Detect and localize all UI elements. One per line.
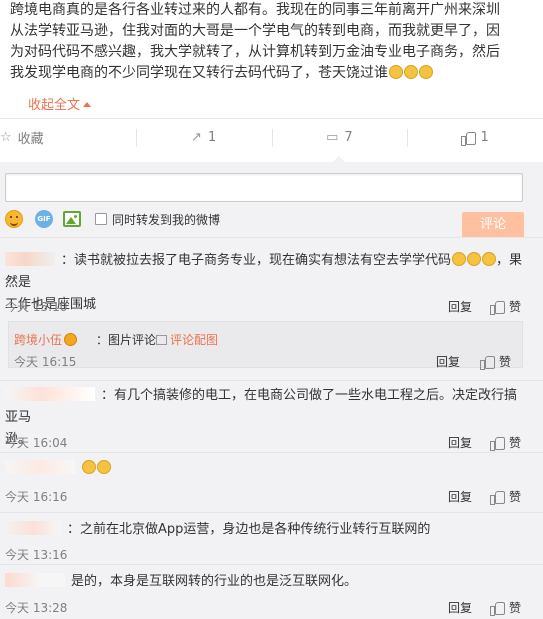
- sub-reply-author[interactable]: 跨境小伍: [14, 331, 78, 348]
- emoji-icon: [482, 252, 497, 266]
- view-image-link[interactable]: 评论配图: [156, 331, 218, 348]
- like-count: 1: [480, 130, 489, 145]
- like-label: 赞: [499, 355, 512, 369]
- sub-reply-like-button[interactable]: 赞: [480, 353, 511, 370]
- comment-5-time: 今天 13:28: [5, 601, 68, 615]
- favorite-label: 收藏: [17, 132, 44, 147]
- divider: [0, 380, 543, 381]
- avatar-name-blurred[interactable]: [5, 573, 65, 587]
- comment-2-text: ：有几个搞装修的电工，在电商公司做了一些水电工程之后。决定改行搞亚马 逊。: [5, 385, 525, 451]
- like-label: 赞: [509, 436, 522, 450]
- comment-button[interactable]: ▭ 7: [271, 119, 408, 162]
- comment-3-like-button[interactable]: 赞: [490, 488, 521, 505]
- comment-1-line-1: ：读书就被拉去报了电子商务专业，现在确实有想法有空去学学代码: [61, 253, 452, 268]
- comment-input[interactable]: [5, 173, 523, 202]
- sub-reply-author-name: 跨境小伍: [14, 333, 63, 347]
- avatar-name-blurred[interactable]: [5, 252, 55, 266]
- collapse-label: 收起全文: [28, 98, 81, 113]
- comment-3-text: [5, 458, 111, 480]
- submit-comment-button[interactable]: 评论: [462, 212, 524, 238]
- emoji-icon: [389, 65, 403, 79]
- caret-up-icon: [83, 102, 92, 107]
- favorite-button[interactable]: ☆ 收藏: [0, 119, 136, 156]
- comment-5-reply-button[interactable]: 回复: [448, 599, 472, 616]
- emoji-icon: [467, 252, 482, 266]
- like-icon: [490, 490, 505, 505]
- comment-4-line-1: ：之前在北京做App运营，身边也是各种传统行业转行互联网的: [67, 522, 431, 537]
- comment-1-reply-button[interactable]: 回复: [448, 298, 472, 315]
- share-count: 1: [207, 130, 217, 145]
- comment-1-like-button[interactable]: 赞: [490, 298, 521, 315]
- comment-2-reply-button[interactable]: 回复: [448, 434, 472, 451]
- view-image-label: 评论配图: [170, 333, 219, 347]
- star-icon: ☆: [0, 130, 12, 145]
- gif-icon[interactable]: GIF: [35, 210, 53, 228]
- comment-2-time: 今天 16:04: [5, 436, 68, 450]
- like-label: 赞: [509, 490, 522, 504]
- comment-3-time: 今天 16:16: [5, 490, 68, 504]
- like-button[interactable]: 1: [407, 119, 543, 156]
- avatar-name-blurred[interactable]: [5, 460, 75, 474]
- comment-icon: ▭: [326, 130, 339, 145]
- sub-reply-time: 今天 16:15: [14, 355, 77, 369]
- comment-count: 7: [344, 130, 353, 145]
- like-icon: [490, 300, 505, 315]
- share-to-weibo-label: 同时转发到我的微博: [112, 212, 221, 227]
- comment-5-like-button[interactable]: 赞: [490, 599, 521, 616]
- like-label: 赞: [509, 601, 522, 615]
- image-upload-icon[interactable]: [63, 211, 81, 227]
- emoji-icon: [404, 65, 418, 79]
- post-body: 跨境电商真的是各行各业转过来的人都有。我现在的同事三年前离开广州来深圳 从法学转…: [10, 0, 535, 84]
- post-text-line-2: 从法学转亚马逊，住我对面的大哥是一个学电气的转到电商，而我就更早了，因: [10, 23, 500, 39]
- share-icon: ↗: [191, 130, 202, 145]
- emoji-picker-icon[interactable]: [5, 210, 23, 228]
- comment-4-time: 今天 13:16: [5, 548, 68, 562]
- divider: [0, 512, 543, 513]
- divider: [0, 564, 543, 565]
- sub-reply-reply-button[interactable]: 回复: [436, 353, 460, 370]
- post-text-line-4: 我发现学电商的不少同学现在又转行去码代码了，苍天饶过谁: [10, 63, 535, 84]
- composer-toolbar: GIF 同时转发到我的微博: [5, 210, 220, 228]
- comment-4-text: ：之前在北京做App运营，身边也是各种传统行业转行互联网的: [5, 519, 430, 541]
- emoji-icon: [419, 65, 433, 79]
- share-to-weibo-checkbox[interactable]: [95, 213, 107, 225]
- post-text-line-1: 跨境电商真的是各行各业转过来的人都有。我现在的同事三年前离开广州来深圳: [10, 2, 500, 18]
- image-icon: [156, 335, 167, 345]
- like-icon: [461, 131, 477, 146]
- share-button[interactable]: ↗ 1: [135, 119, 272, 156]
- comment-5-text: 是的，本身是互联网转的行业的也是泛互联网化。: [5, 571, 357, 593]
- divider: [0, 237, 543, 238]
- comment-1-time: 今天 15:10: [5, 300, 68, 314]
- emoji-icon: [97, 460, 111, 474]
- like-icon: [490, 601, 505, 616]
- comment-5-line-1: 是的，本身是互联网转的行业的也是泛互联网化。: [71, 574, 358, 589]
- like-icon: [490, 436, 505, 451]
- badge-icon: [64, 333, 78, 346]
- divider: [0, 452, 543, 453]
- like-label: 赞: [509, 300, 522, 314]
- comment-1-text: ：读书就被拉去报了电子商务专业，现在确实有想法有空去学学代码 ，果然是 工作也是座…: [5, 250, 525, 316]
- comment-3-reply-button[interactable]: 回复: [448, 488, 472, 505]
- comment-2-like-button[interactable]: 赞: [490, 434, 521, 451]
- like-icon: [480, 355, 495, 370]
- emoji-icon: [452, 252, 467, 266]
- collapse-text-link[interactable]: 收起全文: [28, 94, 92, 113]
- avatar-name-blurred[interactable]: [5, 521, 61, 535]
- post-text-line-3: 为对码代码不感兴趣，我大学就转了，从计算机转到万金油专业电子商务，然后: [10, 44, 500, 60]
- post-text-line-4-text: 我发现学电商的不少同学现在又转行去码代码了，苍天饶过谁: [10, 65, 388, 81]
- emoji-icon: [82, 460, 96, 474]
- avatar-name-blurred[interactable]: [5, 387, 95, 401]
- sub-reply-text: ：图片评论: [96, 333, 157, 347]
- action-bar: ☆ 收藏 ↗ 1 ▭ 7 1: [0, 118, 543, 162]
